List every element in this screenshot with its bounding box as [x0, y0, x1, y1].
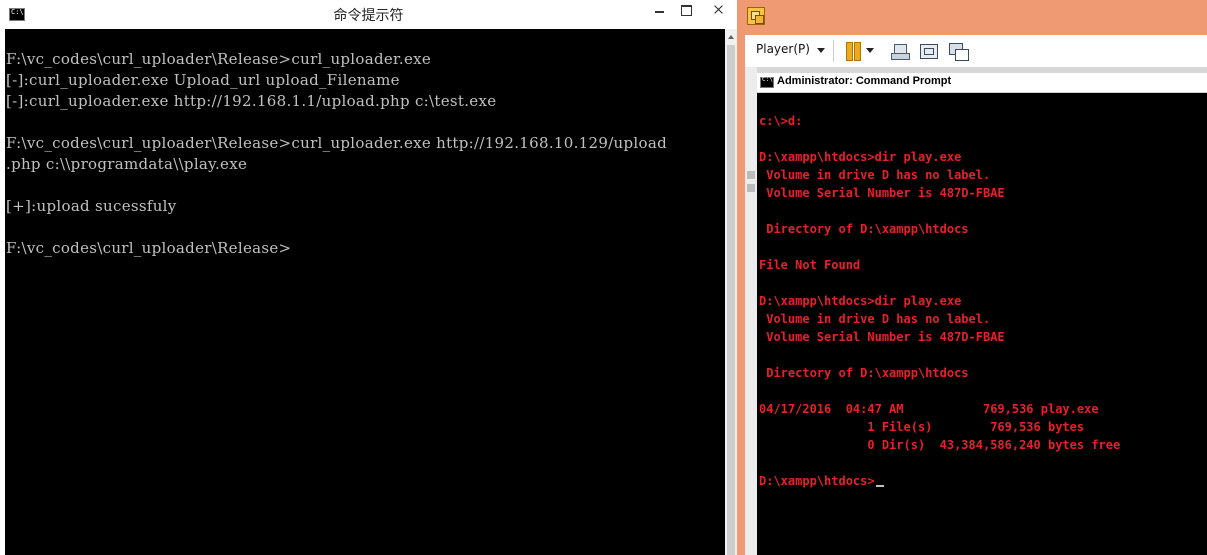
scroll-up-arrow-icon[interactable]: [725, 29, 737, 44]
console-line: File Not Found: [759, 258, 861, 272]
console-line: [-]:curl_uploader.exe http://192.168.1.1…: [6, 92, 497, 110]
console-prompt-line: D:\xampp\htdocs>: [759, 472, 884, 490]
console-line: .php c:\\programdata\\play.exe: [6, 155, 248, 173]
cmd-icon[interactable]: [760, 76, 774, 88]
host-cmd-scrollbar[interactable]: [725, 29, 737, 555]
console-line: D:\xampp\htdocs>dir play.exe: [759, 294, 962, 308]
vmware-player-window: Player(P) Administrator: Command Prompt …: [737, 0, 1207, 555]
guest-cmd-console[interactable]: c:\>d: D:\xampp\htdocs>dir play.exe Volu…: [757, 94, 1207, 555]
vm-display[interactable]: Administrator: Command Prompt c:\>d: D:\…: [745, 67, 1207, 555]
scroll-marker: [747, 184, 755, 192]
fullscreen-icon[interactable]: [919, 42, 938, 60]
host-cmd-title: 命令提示符: [333, 8, 404, 24]
console-line: Volume Serial Number is 487D-FBAE: [759, 330, 1005, 344]
minimize-button[interactable]: [646, 0, 674, 20]
unity-icon[interactable]: [949, 42, 969, 61]
toolbar-divider: [833, 40, 834, 62]
guest-cmd-window: Administrator: Command Prompt c:\>d: D:\…: [757, 73, 1207, 555]
chevron-down-icon[interactable]: [866, 48, 874, 53]
maximize-button[interactable]: [672, 0, 700, 20]
vmware-player-icon[interactable]: [747, 7, 765, 25]
console-line: [-]:curl_uploader.exe Upload_url upload_…: [6, 71, 400, 89]
console-line: Volume in drive D has no label.: [759, 168, 991, 182]
guest-cmd-title: Administrator: Command Prompt: [777, 75, 952, 87]
console-line: 1 File(s) 769,536 bytes: [759, 420, 1085, 434]
console-line: Directory of D:\xampp\htdocs: [759, 222, 969, 236]
vmware-toolbar: Player(P): [745, 35, 1207, 67]
console-line: Volume Serial Number is 487D-FBAE: [759, 186, 1005, 200]
console-line: 0 Dir(s) 43,384,586,240 bytes free: [759, 438, 1121, 452]
send-ctrl-alt-del-icon[interactable]: [891, 42, 910, 60]
host-cmd-titlebar[interactable]: 命令提示符: [0, 0, 737, 29]
vm-side-scrollbar[interactable]: [745, 67, 757, 555]
console-line: [+]:upload sucessfuly: [6, 197, 177, 215]
console-line: c:\>d:: [759, 114, 803, 128]
guest-cmd-titlebar[interactable]: Administrator: Command Prompt: [757, 73, 1207, 93]
host-cmd-window: 命令提示符 F:\vc_codes\curl_uploader\Release>…: [0, 0, 737, 555]
pause-icon[interactable]: [846, 42, 861, 61]
text-cursor: [875, 485, 884, 487]
console-line: 04/17/2016 04:47 AM 769,536 play.exe: [759, 402, 1099, 416]
scroll-marker: [747, 171, 755, 179]
console-line: Directory of D:\xampp\htdocs: [759, 366, 969, 380]
console-line: F:\vc_codes\curl_uploader\Release>curl_u…: [6, 50, 432, 68]
player-menu-button[interactable]: Player(P): [756, 42, 810, 56]
console-line: Volume in drive D has no label.: [759, 312, 991, 326]
console-prompt-line: F:\vc_codes\curl_uploader\Release>: [6, 239, 292, 257]
close-button[interactable]: [700, 0, 737, 20]
chevron-down-icon[interactable]: [817, 48, 825, 53]
host-cmd-console[interactable]: F:\vc_codes\curl_uploader\Release>curl_u…: [5, 29, 725, 555]
console-line: D:\xampp\htdocs>dir play.exe: [759, 150, 962, 164]
scrollbar-thumb[interactable]: [727, 45, 735, 555]
prompt-text: D:\xampp\htdocs>: [759, 474, 875, 488]
console-line: F:\vc_codes\curl_uploader\Release>curl_u…: [6, 134, 667, 152]
